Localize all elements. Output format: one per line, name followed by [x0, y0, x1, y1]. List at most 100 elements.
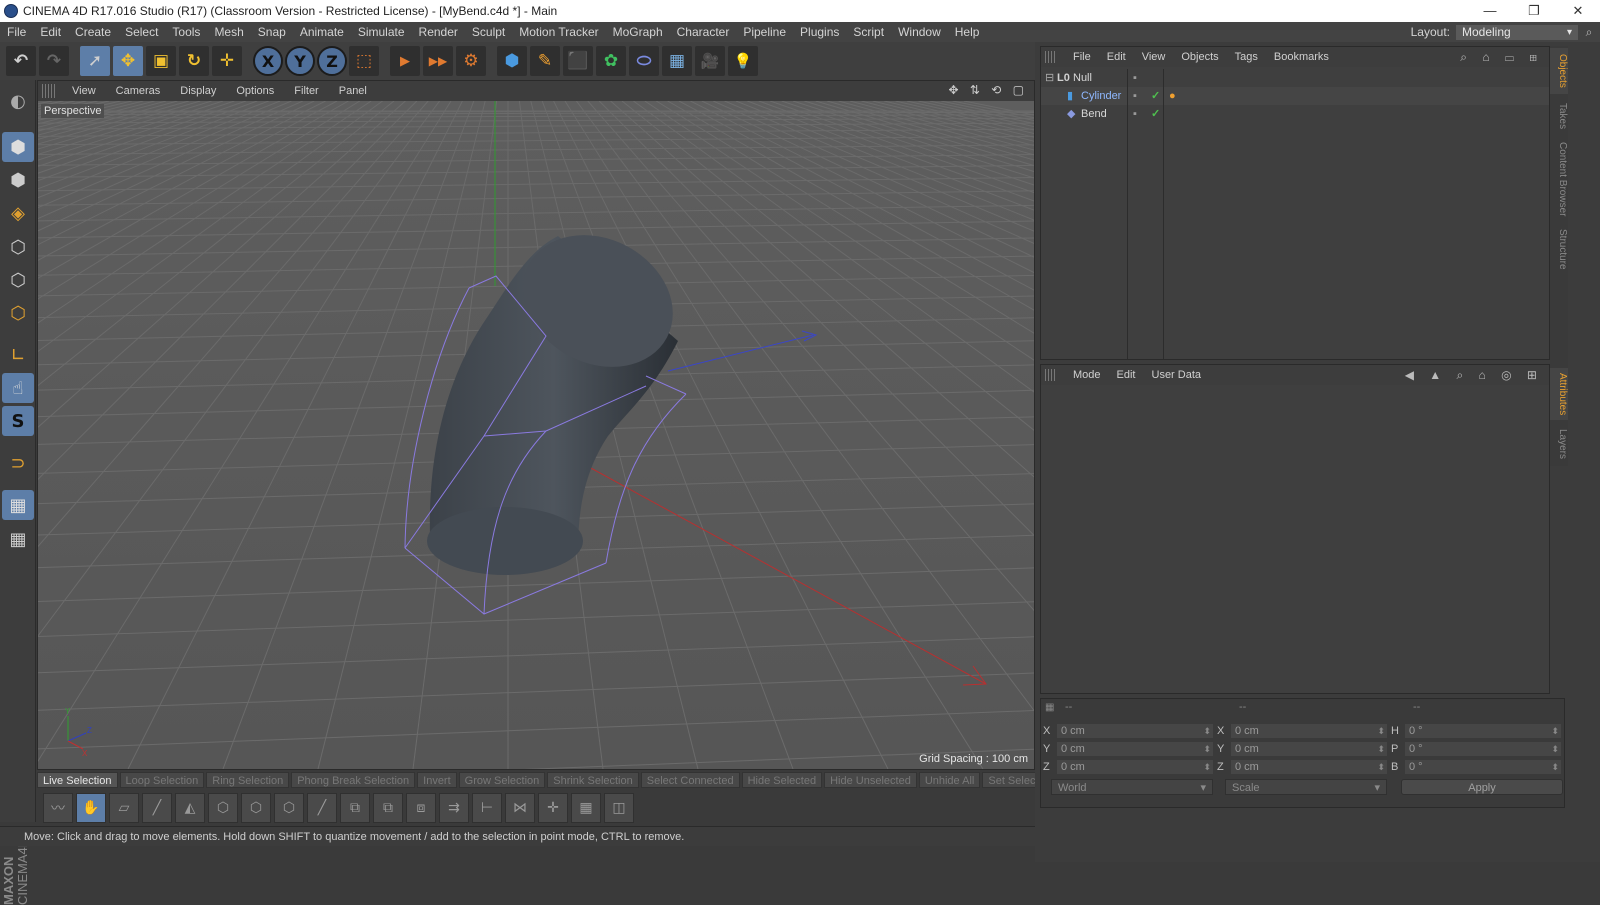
viewport-menu-cameras[interactable]: Cameras [106, 85, 171, 97]
menu-tools[interactable]: Tools [165, 25, 207, 39]
knife-icon[interactable]: ◭ [175, 793, 205, 823]
viewport-grip-icon[interactable] [42, 84, 56, 98]
texture-mode-icon[interactable]: ⬢ [2, 165, 34, 195]
bend-deformer-button[interactable]: ⬭ [629, 46, 659, 76]
size-mode-dropdown[interactable]: Scale [1225, 779, 1387, 796]
tab-attributes[interactable]: Attributes [1550, 368, 1568, 420]
solo-mode-icon[interactable]: S [2, 406, 34, 436]
object-column-divider[interactable] [1127, 69, 1128, 359]
floor-object-button[interactable]: ▦ [662, 46, 692, 76]
plane-cut-icon[interactable]: ▱ [109, 793, 139, 823]
bridge-icon[interactable]: ╱ [307, 793, 337, 823]
mirror-icon[interactable]: ⧉ [373, 793, 403, 823]
menu-animate[interactable]: Animate [293, 25, 351, 39]
cylinder-visibility-toggle[interactable]: ▪ [1133, 87, 1137, 105]
coord-grip-icon[interactable]: ▦ [1045, 702, 1059, 713]
bend-visibility-toggle[interactable]: ▪ [1133, 105, 1137, 123]
coordinate-system-button[interactable]: ⬚ [349, 46, 379, 76]
phong-break-selection-button[interactable]: Phong Break Selection [291, 772, 416, 788]
scale-tool-button[interactable]: ▣ [146, 46, 176, 76]
live-selection-tool-icon[interactable]: ✋ [76, 793, 106, 823]
unhide-all-button[interactable]: Unhide All [918, 772, 981, 788]
workplane-align-icon[interactable]: ▦ [2, 524, 34, 554]
bend-enabled-check[interactable]: ✓ [1151, 105, 1160, 123]
tab-objects[interactable]: Objects [1550, 48, 1568, 94]
om-menu-file[interactable]: File [1065, 51, 1099, 63]
viewport-menu-panel[interactable]: Panel [329, 85, 377, 97]
viewport-menu-options[interactable]: Options [226, 85, 284, 97]
light-object-button[interactable]: 💡 [728, 46, 758, 76]
menu-help[interactable]: Help [948, 25, 987, 39]
move-tool-button[interactable]: ✥ [113, 46, 143, 76]
object-name-bend[interactable]: Bend [1081, 105, 1107, 123]
object-name-null[interactable]: Null [1073, 69, 1092, 87]
shrink-selection-button[interactable]: Shrink Selection [547, 772, 639, 788]
make-editable-icon[interactable]: ◐ [2, 86, 34, 116]
camera-object-button[interactable]: 🎥 [695, 46, 725, 76]
search-icon[interactable]: ⌕ [1578, 25, 1600, 40]
menu-select[interactable]: Select [118, 25, 165, 39]
array-generator-button[interactable]: ✿ [596, 46, 626, 76]
redo-button[interactable]: ↷ [39, 46, 69, 76]
rotation-p-field[interactable]: 0 ° [1405, 742, 1561, 756]
grow-selection-button[interactable]: Grow Selection [458, 772, 546, 788]
clone-icon[interactable]: ⧉ [340, 793, 370, 823]
stitch-icon[interactable]: ⊢ [472, 793, 502, 823]
coordinate-space-dropdown[interactable]: World [1051, 779, 1213, 796]
line-cut-icon[interactable]: ╱ [142, 793, 172, 823]
weld-icon[interactable]: ⋈ [505, 793, 535, 823]
viewport-menu-view[interactable]: View [62, 85, 106, 97]
live-selection-button[interactable]: Live Selection [37, 772, 118, 788]
menu-edit[interactable]: Edit [33, 25, 68, 39]
render-settings-button[interactable]: ⚙ [456, 46, 486, 76]
rotation-h-field[interactable]: 0 ° [1405, 724, 1561, 738]
layout-select[interactable]: Modeling [1456, 24, 1578, 40]
restore-button[interactable]: ❐ [1512, 0, 1556, 22]
object-name-cylinder[interactable]: Cylinder [1081, 87, 1121, 105]
cube-object-button[interactable]: ⬢ [497, 46, 527, 76]
rotation-b-field[interactable]: 0 ° [1405, 760, 1561, 774]
position-x-field[interactable]: 0 cm [1057, 724, 1213, 738]
enable-axis-icon[interactable]: ∟ [2, 340, 34, 370]
om-menu-view[interactable]: View [1134, 51, 1174, 63]
menu-plugins[interactable]: Plugins [793, 25, 846, 39]
object-row-cylinder[interactable]: ▮ Cylinder ▪ ✓ ● [1041, 87, 1549, 105]
points-mode-icon[interactable]: ⬡ [2, 232, 34, 262]
viewport-menu-filter[interactable]: Filter [284, 85, 328, 97]
y-axis-lock-button[interactable]: Y [285, 46, 315, 76]
attribute-manager-toolbar-icons[interactable]: ◀ ▲ ⌕ ⌂ ◎ ⊞ [1405, 368, 1543, 383]
size-z-field[interactable]: 0 cm [1231, 760, 1387, 774]
edges-mode-icon[interactable]: ⬡ [2, 265, 34, 295]
menu-snap[interactable]: Snap [251, 25, 293, 39]
position-y-field[interactable]: 0 cm [1057, 742, 1213, 756]
rotate-tool-button[interactable]: ↻ [179, 46, 209, 76]
live-selection-tool-button[interactable]: ➚ [80, 46, 110, 76]
object-row-null[interactable]: ⊟ L0 Null ▪ [1041, 69, 1549, 87]
hide-selected-button[interactable]: Hide Selected [741, 772, 823, 788]
object-row-bend[interactable]: ◆ Bend ▪ ✓ [1041, 105, 1549, 123]
x-axis-lock-button[interactable]: X [253, 46, 283, 76]
menu-simulate[interactable]: Simulate [351, 25, 412, 39]
size-x-field[interactable]: 0 cm [1231, 724, 1387, 738]
loop-selection-button[interactable]: Loop Selection [119, 772, 205, 788]
viewport-scene[interactable]: Y Z X Perspective Grid Spacing : 100 cm [38, 101, 1034, 769]
am-menu-edit[interactable]: Edit [1109, 369, 1144, 381]
tab-layers[interactable]: Layers [1550, 424, 1568, 464]
menu-script[interactable]: Script [846, 25, 891, 39]
menu-window[interactable]: Window [891, 25, 948, 39]
invert-button[interactable]: Invert [417, 772, 457, 788]
menu-create[interactable]: Create [68, 25, 118, 39]
om-menu-tags[interactable]: Tags [1227, 51, 1266, 63]
extrude-inner-icon[interactable]: ⬡ [241, 793, 271, 823]
hide-unselected-button[interactable]: Hide Unselected [824, 772, 917, 788]
menu-render[interactable]: Render [412, 25, 465, 39]
viewport-menu-display[interactable]: Display [170, 85, 226, 97]
render-to-picture-viewer-button[interactable]: ▶▶ [423, 46, 453, 76]
om-menu-bookmarks[interactable]: Bookmarks [1266, 51, 1337, 63]
ring-selection-button[interactable]: Ring Selection [206, 772, 290, 788]
grid-snap-icon[interactable]: ▦ [571, 793, 601, 823]
slide-icon[interactable]: ⇉ [439, 793, 469, 823]
position-z-field[interactable]: 0 cm [1057, 760, 1213, 774]
z-axis-lock-button[interactable]: Z [317, 46, 347, 76]
cylinder-phong-tag-icon[interactable]: ● [1169, 87, 1176, 105]
